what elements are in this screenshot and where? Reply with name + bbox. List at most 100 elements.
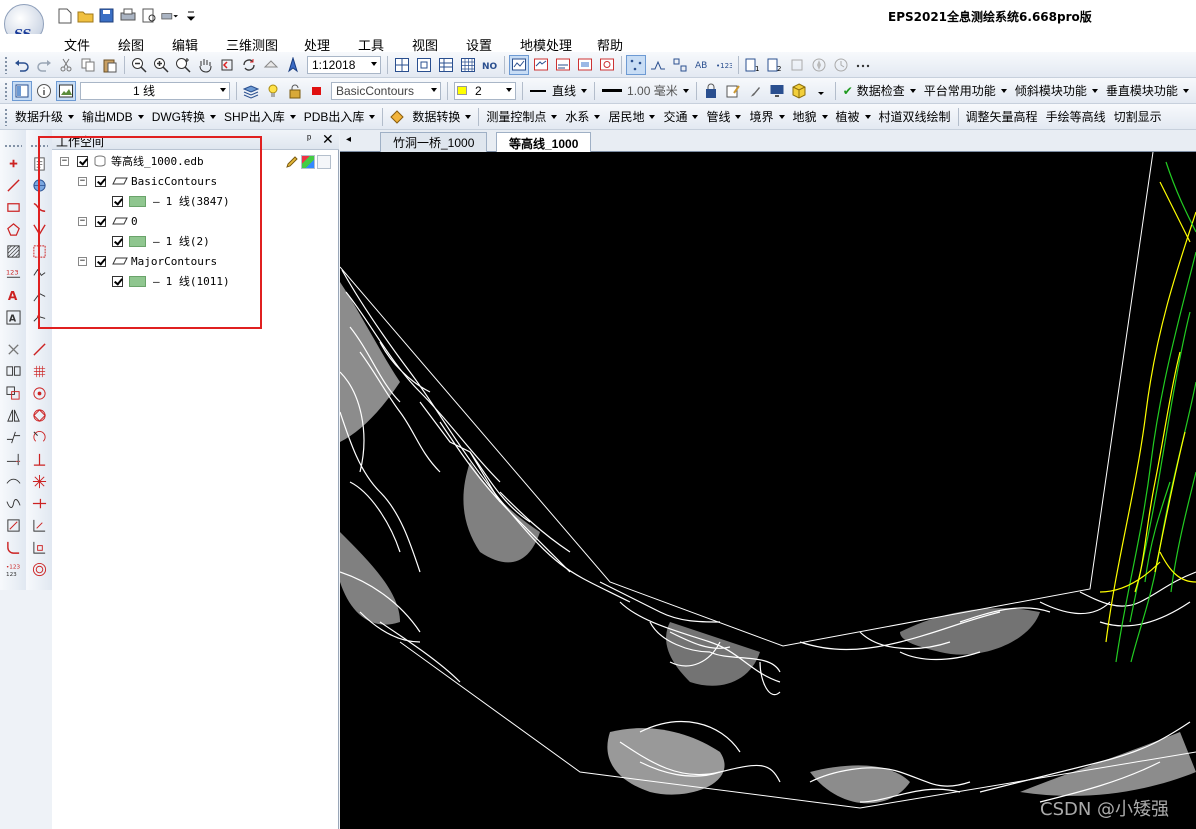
grid-view-icon[interactable] bbox=[392, 55, 412, 75]
curve-edit-icon[interactable] bbox=[30, 198, 48, 216]
target-icon[interactable] bbox=[30, 384, 48, 402]
landform-menu[interactable]: 地貌 bbox=[789, 108, 832, 125]
collapse-icon[interactable]: − bbox=[78, 176, 87, 186]
residential-menu[interactable]: 居民地 bbox=[604, 108, 659, 125]
platform-functions-menu[interactable]: 平台常用功能 bbox=[920, 82, 1011, 99]
text-frame-icon[interactable]: A bbox=[4, 308, 22, 326]
doc-c-icon[interactable] bbox=[575, 55, 595, 75]
image-layer-icon[interactable] bbox=[56, 80, 76, 101]
workspace-toggle-icon[interactable] bbox=[12, 80, 32, 101]
open-folder-icon[interactable] bbox=[77, 7, 94, 24]
collapse-icon[interactable]: − bbox=[78, 216, 87, 226]
customize-qat-icon[interactable] bbox=[182, 7, 199, 24]
info-icon[interactable] bbox=[34, 81, 54, 101]
snap-number-icon[interactable]: •123 bbox=[714, 55, 734, 75]
break-vertex-icon[interactable] bbox=[30, 308, 48, 326]
vertex-edit-icon[interactable] bbox=[30, 220, 48, 238]
zoom-window-icon[interactable] bbox=[173, 55, 193, 75]
square-icon[interactable] bbox=[317, 155, 331, 169]
perpendicular-icon[interactable] bbox=[30, 450, 48, 468]
fence-select-icon[interactable] bbox=[4, 516, 22, 534]
globe-icon[interactable] bbox=[30, 176, 48, 194]
refresh-view-icon[interactable] bbox=[239, 55, 259, 75]
print-preview-icon[interactable] bbox=[140, 7, 157, 24]
vertical-module-menu[interactable]: 垂直模块功能 bbox=[1102, 82, 1193, 99]
tab-scroll-left-icon[interactable]: ◂ bbox=[346, 134, 351, 145]
collapse-icon[interactable]: − bbox=[60, 156, 69, 166]
clipboard-icon[interactable] bbox=[30, 154, 48, 172]
snap-points-icon[interactable] bbox=[626, 54, 646, 75]
edit-properties-icon[interactable] bbox=[723, 81, 743, 101]
layer-view-icon[interactable] bbox=[509, 54, 529, 75]
data-convert-menu[interactable]: 数据转换 bbox=[408, 108, 475, 125]
cube-icon[interactable] bbox=[789, 81, 809, 101]
new-file-icon[interactable] bbox=[56, 7, 73, 24]
mirror-icon[interactable] bbox=[4, 406, 22, 424]
tree-layer-row[interactable]: − 0 bbox=[78, 212, 138, 230]
delete-icon[interactable] bbox=[4, 340, 22, 358]
copy-icon[interactable] bbox=[78, 55, 98, 75]
map1-icon[interactable]: 1 bbox=[743, 55, 763, 75]
oblique-module-menu[interactable]: 倾斜模块功能 bbox=[1011, 82, 1102, 99]
color-palette-icon[interactable] bbox=[301, 155, 315, 169]
dwg-convert-menu[interactable]: DWG转换 bbox=[148, 108, 220, 125]
layer-checkbox[interactable] bbox=[95, 175, 106, 187]
line-style-select[interactable]: 直线 bbox=[526, 82, 591, 99]
adjust-elevation-button[interactable]: 调整矢量高程 bbox=[962, 108, 1042, 125]
line-width-select[interactable]: 1.00 毫米 bbox=[598, 82, 693, 99]
paste-icon[interactable] bbox=[100, 55, 120, 75]
print-dropdown-icon[interactable] bbox=[161, 7, 178, 24]
layer-checkbox[interactable] bbox=[95, 215, 106, 227]
attribute-lock-icon[interactable] bbox=[701, 81, 721, 101]
circle-polygon-icon[interactable] bbox=[30, 406, 48, 424]
database-checkbox[interactable] bbox=[77, 155, 88, 167]
sheet-frame-icon[interactable] bbox=[414, 55, 434, 75]
cut-display-button[interactable]: 切割显示 bbox=[1110, 108, 1166, 125]
map2-icon[interactable]: 2 bbox=[765, 55, 785, 75]
compass-icon[interactable] bbox=[809, 55, 829, 75]
doc-b-icon[interactable] bbox=[553, 55, 573, 75]
pipeline-menu[interactable]: 管线 bbox=[702, 108, 745, 125]
arc-icon[interactable] bbox=[4, 472, 22, 490]
tab-contour-map[interactable]: 等高线_1000 bbox=[496, 132, 592, 153]
diagonal-line-icon[interactable] bbox=[30, 340, 48, 358]
point-icon[interactable] bbox=[4, 154, 22, 172]
pencil-icon[interactable] bbox=[285, 155, 299, 169]
zoom-previous-icon[interactable] bbox=[217, 55, 237, 75]
fillet-icon[interactable] bbox=[4, 538, 22, 556]
zoom-in-icon[interactable] bbox=[151, 55, 171, 75]
toolbar-grip[interactable] bbox=[4, 55, 8, 74]
tree-layer-row[interactable]: − MajorContours bbox=[78, 252, 217, 270]
export-mdb-menu[interactable]: 输出MDB bbox=[78, 108, 148, 125]
save-icon[interactable] bbox=[98, 7, 115, 24]
toolbar-grip[interactable] bbox=[4, 107, 8, 126]
tree-database-row[interactable]: − 等高线_1000.edb bbox=[60, 152, 204, 170]
monitor-icon[interactable] bbox=[767, 81, 787, 101]
redo-icon[interactable] bbox=[34, 55, 54, 75]
tree-layer-row[interactable]: − BasicContours bbox=[78, 172, 217, 190]
view-option-icon[interactable] bbox=[261, 55, 281, 75]
pan-hand-icon[interactable] bbox=[195, 55, 215, 75]
coordinate-axis-icon[interactable] bbox=[30, 538, 48, 556]
tree-item-row[interactable]: — 1 线(3847) bbox=[112, 192, 230, 210]
transport-menu[interactable]: 交通 bbox=[659, 108, 702, 125]
north-arrow-icon[interactable] bbox=[283, 55, 303, 75]
layer-select[interactable]: BasicContours bbox=[331, 81, 441, 100]
hand-contour-button[interactable]: 手绘等高线 bbox=[1042, 108, 1110, 125]
lock-icon[interactable] bbox=[285, 81, 305, 101]
break-line-icon[interactable] bbox=[4, 428, 22, 446]
code-icon[interactable] bbox=[787, 55, 807, 75]
number-label-icon[interactable]: 123 bbox=[4, 264, 22, 282]
snap-line-icon[interactable] bbox=[648, 55, 668, 75]
vegetation-menu[interactable]: 植被 bbox=[832, 108, 875, 125]
text-icon[interactable]: A bbox=[4, 286, 22, 304]
data-upgrade-menu[interactable]: 数据升级 bbox=[11, 108, 78, 125]
tree-item-row[interactable]: — 1 线(1011) bbox=[112, 272, 230, 290]
doc-d-icon[interactable] bbox=[597, 55, 617, 75]
grid-edit-icon[interactable] bbox=[30, 362, 48, 380]
tree-item-row[interactable]: — 1 线(2) bbox=[112, 232, 210, 250]
toolbar-options-icon[interactable] bbox=[811, 81, 831, 101]
table-icon[interactable] bbox=[436, 55, 456, 75]
elevation-label-icon[interactable]: •123 123 bbox=[4, 560, 22, 578]
select-box-icon[interactable] bbox=[30, 242, 48, 260]
